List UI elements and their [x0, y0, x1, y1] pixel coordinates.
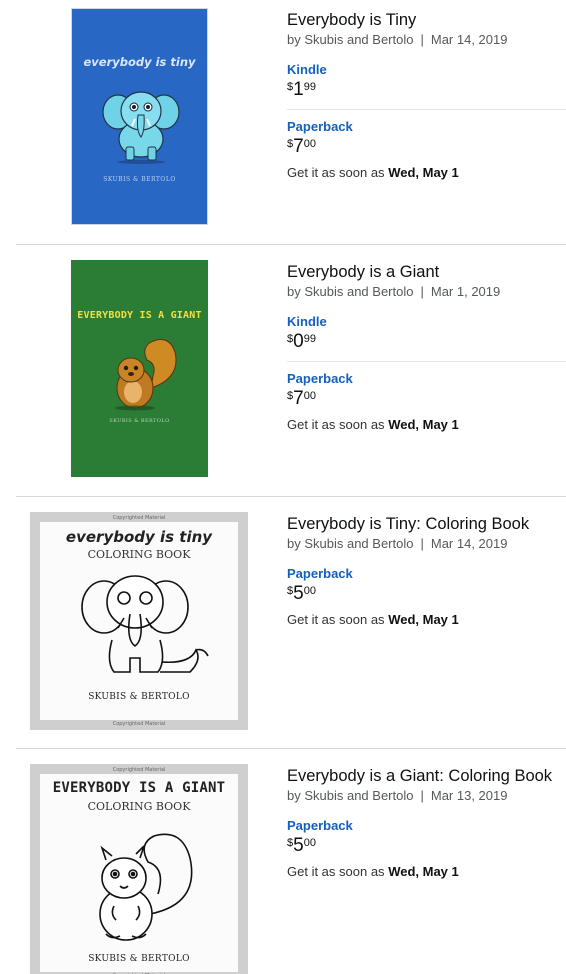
- delivery-prefix: Get it as soon as: [287, 165, 385, 180]
- byline-separator: |: [420, 32, 424, 47]
- price[interactable]: $1 99: [287, 80, 566, 99]
- publication-date: Mar 1, 2019: [430, 284, 501, 299]
- price[interactable]: $7 00: [287, 137, 566, 156]
- format-link-paperback[interactable]: Paperback: [287, 371, 566, 387]
- book-authors[interactable]: by Skubis and Bertolo: [287, 788, 413, 803]
- book-cover[interactable]: Copyrighted Material everybody is tiny C…: [30, 512, 248, 730]
- format-link-kindle[interactable]: Kindle: [287, 62, 566, 78]
- delivery-date: Wed, May 1: [388, 864, 459, 879]
- cover-copyright-note: Copyrighted Material: [112, 515, 166, 521]
- format-link-paperback[interactable]: Paperback: [287, 119, 566, 135]
- publication-date: Mar 13, 2019: [430, 788, 508, 803]
- price-whole: 0: [293, 331, 304, 352]
- byline-separator: |: [420, 788, 424, 803]
- price-fraction: 00: [303, 138, 316, 150]
- elephant-icon: [102, 91, 180, 164]
- book-authors[interactable]: by Skubis and Bertolo: [287, 284, 413, 299]
- price-whole: 7: [293, 388, 304, 409]
- price-fraction: 00: [303, 837, 316, 849]
- result-divider: [16, 244, 566, 245]
- delivery-prefix: Get it as soon as: [287, 864, 385, 879]
- price[interactable]: $5 00: [287, 836, 566, 855]
- book-byline: by Skubis and Bertolo | Mar 14, 2019: [287, 31, 566, 49]
- price-whole: 1: [293, 79, 304, 100]
- price-whole: 5: [293, 583, 304, 604]
- book-cover[interactable]: EVERYBODY IS A GIANT Skubis & Bertolo: [71, 260, 208, 477]
- delivery-estimate: Get it as soon as Wed, May 1: [287, 612, 566, 628]
- price[interactable]: $0 99: [287, 332, 566, 351]
- format-option: Paperback $5 00: [287, 818, 566, 855]
- format-option: Kindle $1 99: [287, 62, 566, 99]
- price-fraction: 99: [303, 333, 316, 345]
- delivery-prefix: Get it as soon as: [287, 417, 385, 432]
- cover-author: Skubis & Bertolo: [88, 954, 190, 964]
- book-byline: by Skubis and Bertolo | Mar 14, 2019: [287, 535, 566, 553]
- cover-copyright-note: Copyrighted Material: [112, 721, 166, 727]
- format-link-kindle[interactable]: Kindle: [287, 314, 566, 330]
- book-byline: by Skubis and Bertolo | Mar 13, 2019: [287, 787, 566, 805]
- format-option: Kindle $0 99: [287, 314, 566, 351]
- byline-separator: |: [420, 536, 424, 551]
- format-option: Paperback $7 00: [287, 119, 566, 156]
- delivery-estimate: Get it as soon as Wed, May 1: [287, 417, 566, 433]
- format-option: Paperback $7 00: [287, 371, 566, 408]
- price-fraction: 00: [303, 585, 316, 597]
- delivery-prefix: Get it as soon as: [287, 612, 385, 627]
- book-cover[interactable]: everybody is tiny Skubis & Bertolo: [71, 8, 208, 225]
- squirrel-icon: [115, 339, 177, 411]
- search-result: Copyrighted Material EVERYBODY IS A GIAN…: [0, 756, 566, 974]
- book-title-link[interactable]: Everybody is a Giant: [287, 262, 566, 282]
- cover-author: Skubis & Bertolo: [103, 176, 176, 183]
- publication-date: Mar 14, 2019: [430, 32, 508, 47]
- result-divider: [16, 748, 566, 749]
- price[interactable]: $5 00: [287, 584, 566, 603]
- cover-author: Skubis & Bertolo: [109, 418, 170, 424]
- search-result: Copyrighted Material everybody is tiny C…: [0, 504, 566, 748]
- book-cover[interactable]: Copyrighted Material EVERYBODY IS A GIAN…: [30, 764, 248, 974]
- format-link-paperback[interactable]: Paperback: [287, 566, 566, 582]
- book-title-link[interactable]: Everybody is a Giant: Coloring Book: [287, 766, 566, 786]
- book-byline: by Skubis and Bertolo | Mar 1, 2019: [287, 283, 566, 301]
- price[interactable]: $7 00: [287, 389, 566, 408]
- search-result: EVERYBODY IS A GIANT Skubis & Bertolo Ev…: [0, 252, 566, 496]
- price-fraction: 99: [303, 81, 316, 93]
- delivery-estimate: Get it as soon as Wed, May 1: [287, 864, 566, 880]
- delivery-date: Wed, May 1: [388, 612, 459, 627]
- delivery-date: Wed, May 1: [388, 165, 459, 180]
- publication-date: Mar 14, 2019: [430, 536, 508, 551]
- price-whole: 5: [293, 835, 304, 856]
- delivery-estimate: Get it as soon as Wed, May 1: [287, 165, 566, 181]
- book-authors[interactable]: by Skubis and Bertolo: [287, 32, 413, 47]
- book-authors[interactable]: by Skubis and Bertolo: [287, 536, 413, 551]
- result-divider: [16, 496, 566, 497]
- cover-copyright-note: Copyrighted Material: [112, 767, 166, 773]
- format-option: Paperback $5 00: [287, 566, 566, 603]
- price-whole: 7: [293, 136, 304, 157]
- option-divider: [287, 109, 566, 110]
- elephant-outline-icon: [81, 575, 209, 673]
- price-fraction: 00: [303, 390, 316, 402]
- cover-author: Skubis & Bertolo: [88, 692, 190, 702]
- book-title-link[interactable]: Everybody is Tiny: [287, 10, 566, 30]
- option-divider: [287, 361, 566, 362]
- book-title-link[interactable]: Everybody is Tiny: Coloring Book: [287, 514, 566, 534]
- format-link-paperback[interactable]: Paperback: [287, 818, 566, 834]
- search-result: everybody is tiny Skubis & Bertolo: [0, 0, 566, 244]
- squirrel-outline-icon: [99, 833, 193, 941]
- byline-separator: |: [420, 284, 424, 299]
- delivery-date: Wed, May 1: [388, 417, 459, 432]
